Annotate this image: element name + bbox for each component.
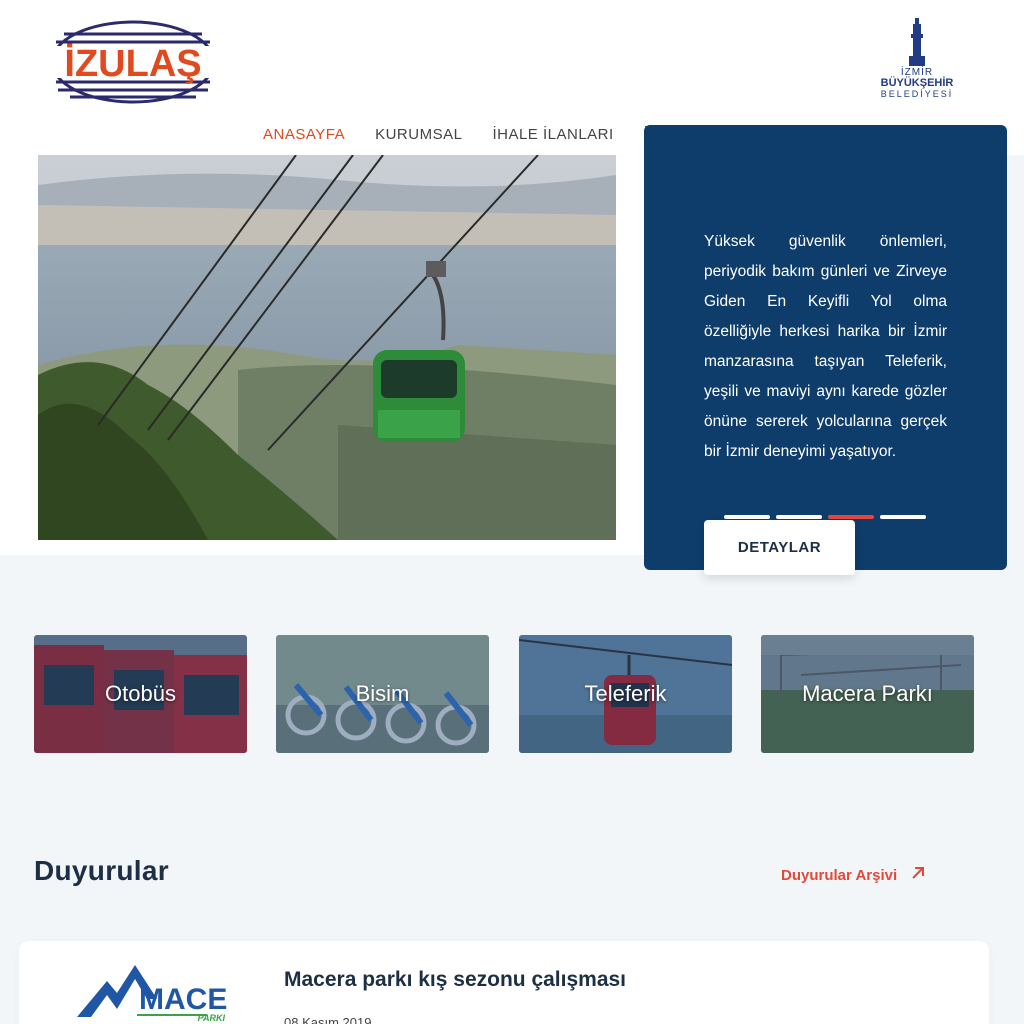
announcement-title[interactable]: Macera parkı kış sezonu çalışması [284,968,626,992]
announcement-card[interactable]: MACERA PARKI Macera parkı kış sezonu çal… [19,941,989,1024]
slider-description: Yüksek güvenlik önlemleri, periyodik bak… [704,233,947,460]
slider-dot-1[interactable] [724,515,770,519]
clock-tower-icon [909,18,925,66]
logo-text: İZULAŞ [64,43,201,85]
slider-dot-3[interactable] [828,515,874,519]
details-button[interactable]: DETAYLAR [704,520,855,575]
izmir-bb-logo[interactable]: İZMİR BÜYÜKŞEHİR BELEDİYESİ [872,18,962,108]
category-card-bisim[interactable]: Bisim [276,635,489,753]
category-label: Bisim [355,681,410,706]
category-label: Macera Parkı [802,681,933,706]
category-card-otobus[interactable]: Otobüs [34,635,247,753]
macera-logo-text: MACERA [139,983,229,1016]
category-card-teleferik[interactable]: Teleferik [519,635,732,753]
slider-pagination [724,515,932,519]
ibb-line2: BÜYÜKŞEHİR [880,77,954,89]
category-label: Otobüs [105,681,176,706]
nav-item-anasayfa[interactable]: ANASAYFA [263,126,345,146]
slider-dot-4[interactable] [880,515,926,519]
ibb-line3: BELEDİYESİ [880,89,954,99]
archive-link-label: Duyurular Arşivi [781,866,898,884]
slider-dot-2[interactable] [776,515,822,519]
nav-item-ihale-ilanlari[interactable]: İHALE İLANLARI [492,126,613,146]
nav-item-kurumsal[interactable]: KURUMSAL [375,126,462,146]
macera-logo: MACERA PARKI [77,959,271,1024]
main-nav: ANASAYFA KURUMSAL İHALE İLANLARI İ [263,126,648,146]
category-card-macera-parki[interactable]: Macera Parkı [761,635,974,753]
announcement-date: 08 Kasım 2019 [284,1015,372,1024]
hero-image-cable-car [38,155,616,540]
slider-panel: Yüksek güvenlik önlemleri, periyodik bak… [644,125,1007,575]
announcements-archive-link[interactable]: Duyurular Arşivi [781,866,925,884]
announcements-title: Duyurular [34,855,169,886]
category-label: Teleferik [584,681,667,706]
category-cards: Otobüs Bisim Teleferik Macera Parkı [34,635,974,753]
arrow-up-right-icon [911,866,925,884]
izulas-logo[interactable]: İZULAŞ [50,20,216,104]
